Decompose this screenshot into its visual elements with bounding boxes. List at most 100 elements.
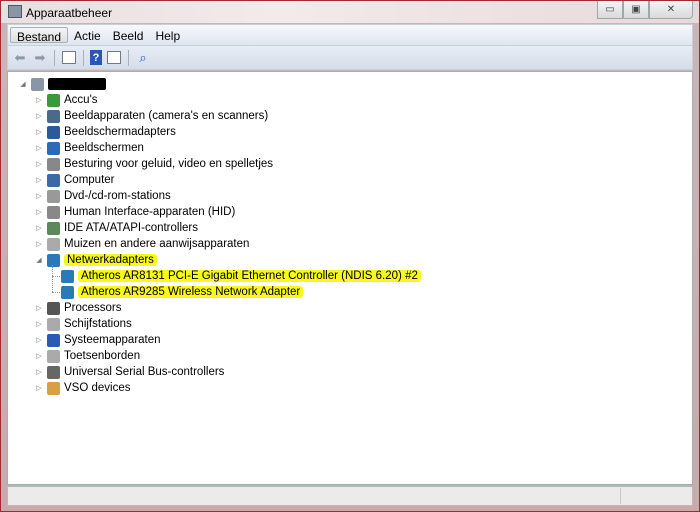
- battery-icon: [47, 93, 60, 107]
- camera-icon: [47, 109, 60, 123]
- toolbar-divider: [128, 49, 129, 66]
- expand-icon[interactable]: ▷: [34, 160, 44, 168]
- tree-item-muizen-en-andere-aanwijsapparaten[interactable]: ▷ Muizen en andere aanwijsapparaten: [34, 236, 249, 252]
- expand-icon[interactable]: ▷: [34, 112, 44, 120]
- scan-hardware-icon[interactable]: ⌕: [135, 50, 151, 66]
- tree-item-ide-ata-atapi-controllers[interactable]: ▷ IDE ATA/ATAPI-controllers: [34, 220, 198, 236]
- tree-item-universal-serial-bus-controllers[interactable]: ▷ Universal Serial Bus-controllers: [34, 364, 224, 380]
- tree-item-label: Universal Serial Bus-controllers: [64, 366, 225, 378]
- expand-icon[interactable]: ▷: [34, 208, 44, 216]
- tree-root[interactable]: ◢: [18, 76, 106, 92]
- network-adapter-icon: [61, 269, 74, 283]
- tree-item-beeldapparaten-camera-s-en-scanners[interactable]: ▷ Beeldapparaten (camera's en scanners): [34, 108, 268, 124]
- expand-icon[interactable]: ▷: [34, 144, 44, 152]
- expand-icon[interactable]: ▷: [34, 224, 44, 232]
- toolbar-divider: [83, 49, 84, 66]
- forward-icon[interactable]: ➡: [32, 50, 48, 66]
- expand-icon[interactable]: ▷: [34, 192, 44, 200]
- close-button[interactable]: ✕: [649, 1, 693, 19]
- usb-icon: [47, 365, 60, 379]
- tree-item-network-adapter[interactable]: Atheros AR9285 Wireless Network Adapter: [52, 284, 304, 300]
- tree-item-label: VSO devices: [64, 382, 131, 394]
- tree-item-beeldschermen[interactable]: ▷ Beeldschermen: [34, 140, 144, 156]
- menu-beeld[interactable]: Beeld: [107, 27, 150, 43]
- tree-item-label: Computer: [64, 174, 115, 186]
- network-icon: [47, 253, 60, 267]
- system-icon: [47, 333, 60, 347]
- tree-item-schijfstations[interactable]: ▷ Schijfstations: [34, 316, 132, 332]
- tree-item-label: Atheros AR8131 PCI-E Gigabit Ethernet Co…: [78, 270, 421, 282]
- expand-icon[interactable]: ▷: [34, 176, 44, 184]
- expand-icon[interactable]: ▷: [34, 352, 44, 360]
- properties-icon[interactable]: [61, 50, 77, 66]
- collapse-icon[interactable]: ◢: [34, 256, 44, 264]
- pane-icon[interactable]: [106, 50, 122, 66]
- menu-bestand[interactable]: Bestand: [10, 27, 69, 44]
- speaker-icon: [47, 157, 60, 171]
- monitor-icon: [47, 141, 60, 155]
- menu-help[interactable]: Help: [149, 27, 186, 43]
- computer-icon: [47, 173, 60, 187]
- tree-item-label: Muizen en andere aanwijsapparaten: [64, 238, 250, 250]
- tree-item-systeemapparaten[interactable]: ▷ Systeemapparaten: [34, 332, 161, 348]
- processor-icon: [47, 301, 60, 315]
- tree-item-besturing-voor-geluid-video-en-spelletjes[interactable]: ▷ Besturing voor geluid, video en spellet…: [34, 156, 273, 172]
- tree-item-processors[interactable]: ▷ Processors: [34, 300, 122, 316]
- toolbar: ⬅ ➡ ? ⌕: [7, 46, 693, 70]
- expand-icon[interactable]: ▷: [34, 304, 44, 312]
- tree-item-label: Beeldschermen: [64, 142, 144, 154]
- title-bar[interactable]: Apparaatbeheer ▭ ▣ ✕: [1, 1, 699, 23]
- toolbar-divider: [54, 49, 55, 66]
- menu-actie[interactable]: Actie: [68, 27, 107, 43]
- mouse-icon: [47, 237, 60, 251]
- tree-item-computer[interactable]: ▷ Computer: [34, 172, 115, 188]
- expand-icon[interactable]: ▷: [34, 320, 44, 328]
- maximize-button[interactable]: ▣: [623, 1, 649, 19]
- tree-item-dvd-cd-rom-stations[interactable]: ▷ Dvd-/cd-rom-stations: [34, 188, 171, 204]
- expand-icon[interactable]: ▷: [34, 368, 44, 376]
- dvd-icon: [47, 189, 60, 203]
- window-title: Apparaatbeheer: [26, 6, 113, 20]
- keyboard-icon: [47, 349, 60, 363]
- computer-icon: [31, 77, 44, 91]
- status-bar: [7, 486, 693, 506]
- expand-icon[interactable]: ▷: [34, 128, 44, 136]
- tree-connector: [52, 275, 60, 277]
- tree-item-label: Toetsenborden: [64, 350, 141, 362]
- network-adapter-icon: [61, 285, 74, 299]
- tree-item-label: Human Interface-apparaten (HID): [64, 206, 236, 218]
- tree-item-label: Processors: [64, 302, 122, 314]
- collapse-icon[interactable]: ◢: [18, 80, 28, 88]
- tree-item-toetsenborden[interactable]: ▷ Toetsenborden: [34, 348, 140, 364]
- tree-item-label: IDE ATA/ATAPI-controllers: [64, 222, 198, 234]
- tree-item-label: Beeldapparaten (camera's en scanners): [64, 110, 269, 122]
- tree-item-label: Systeemapparaten: [64, 334, 161, 346]
- expand-icon[interactable]: ▷: [34, 384, 44, 392]
- help-icon[interactable]: ?: [90, 50, 102, 65]
- expand-icon[interactable]: ▷: [34, 336, 44, 344]
- display-adapter-icon: [47, 125, 60, 139]
- tree-item-label: Atheros AR9285 Wireless Network Adapter: [78, 286, 304, 298]
- tree-item-human-interface-apparaten-hid[interactable]: ▷ Human Interface-apparaten (HID): [34, 204, 235, 220]
- tree-item-label: Dvd-/cd-rom-stations: [64, 190, 171, 202]
- menu-bar: Bestand Actie Beeld Help: [7, 24, 693, 46]
- minimize-button[interactable]: ▭: [597, 1, 623, 19]
- tree-item-accu-s[interactable]: ▷ Accu's: [34, 92, 98, 108]
- tree-item-vso-devices[interactable]: ▷ VSO devices: [34, 380, 130, 396]
- tree-item-network-adapter[interactable]: Atheros AR8131 PCI-E Gigabit Ethernet Co…: [52, 268, 421, 284]
- device-manager-window: Apparaatbeheer ▭ ▣ ✕ Bestand Actie Beeld…: [0, 0, 700, 512]
- device-tree[interactable]: ◢ ▷ Accu's ▷ Beeldapparaten (camera's en sc…: [7, 71, 693, 485]
- device-manager-icon: [8, 5, 22, 18]
- expand-icon[interactable]: ▷: [34, 96, 44, 104]
- disk-icon: [47, 317, 60, 331]
- tree-item-label: Schijfstations: [64, 318, 132, 330]
- tree-item-beeldschermadapters[interactable]: ▷ Beeldschermadapters: [34, 124, 176, 140]
- tree-connector: [52, 291, 60, 293]
- redacted-computer-name: [48, 78, 106, 90]
- ide-icon: [47, 221, 60, 235]
- hid-icon: [47, 205, 60, 219]
- tree-item-label: Besturing voor geluid, video en spelletj…: [64, 158, 274, 170]
- tree-item-label: Netwerkadapters: [64, 254, 157, 266]
- expand-icon[interactable]: ▷: [34, 240, 44, 248]
- back-icon[interactable]: ⬅: [12, 50, 28, 66]
